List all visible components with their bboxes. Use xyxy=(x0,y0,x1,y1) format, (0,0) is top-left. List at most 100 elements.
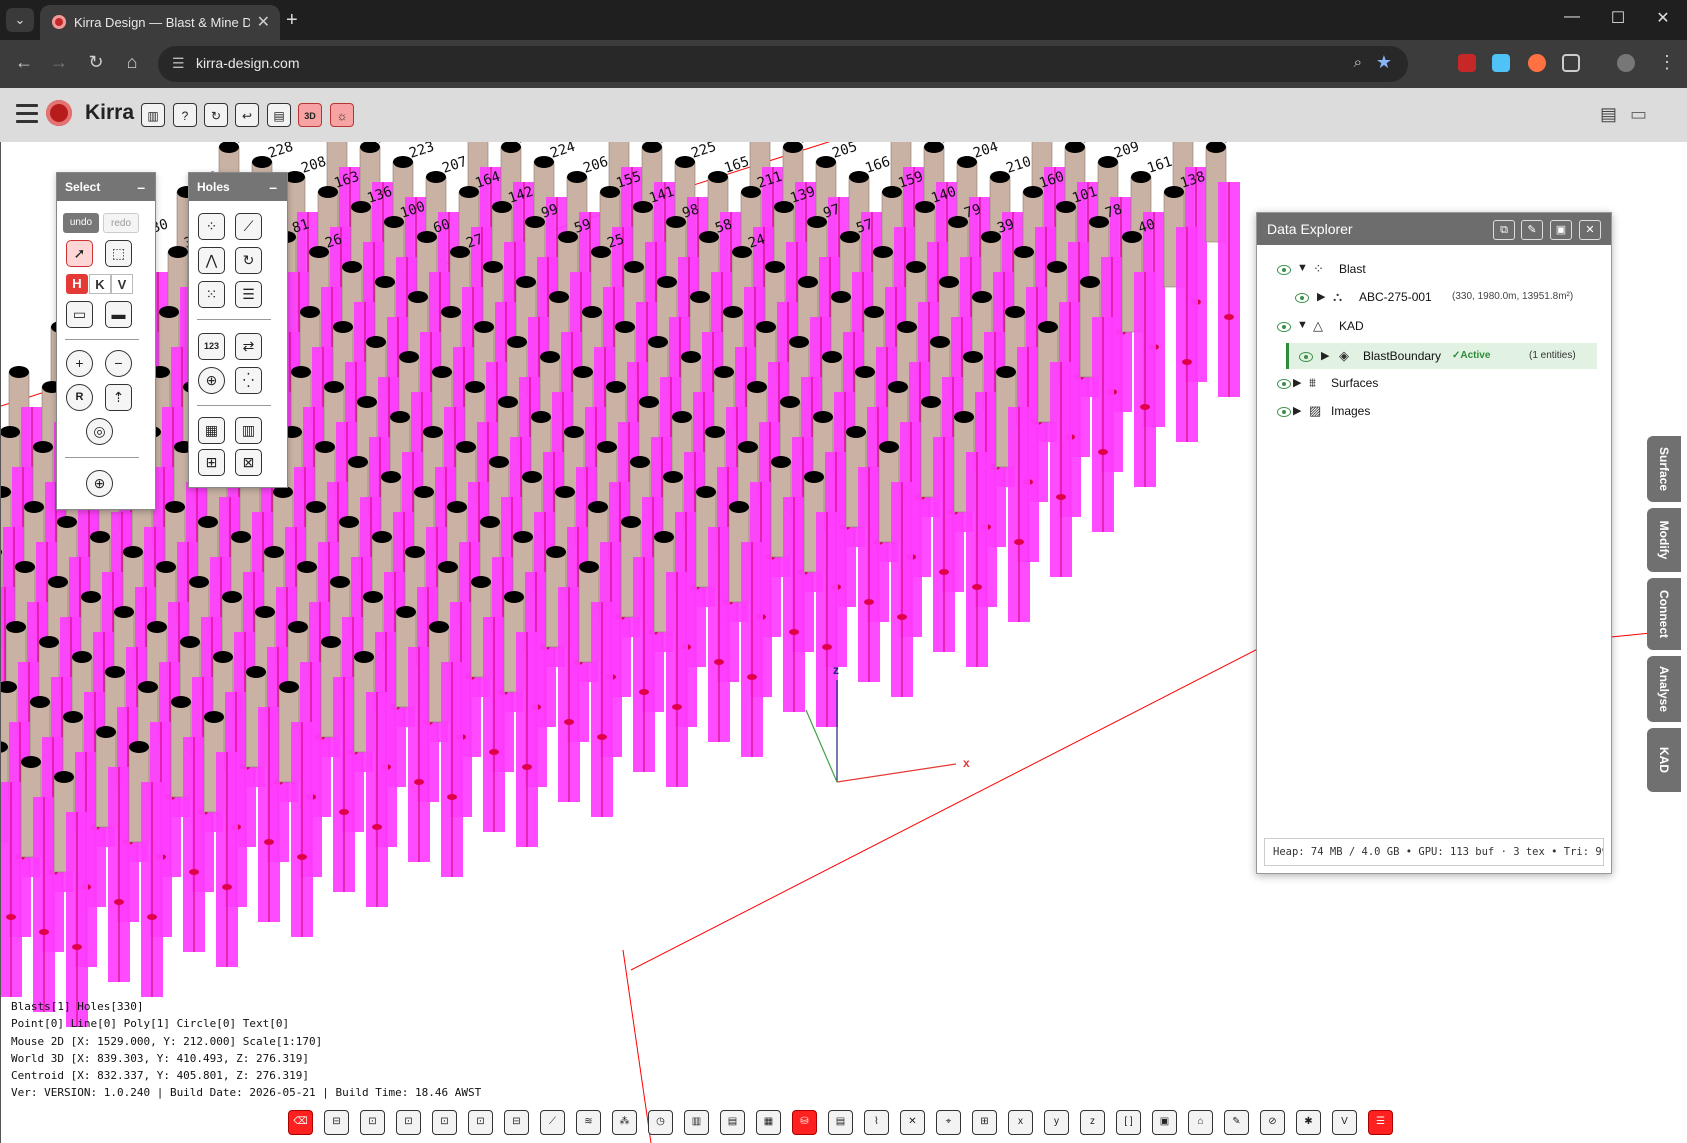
tool-icon[interactable]: ✎ xyxy=(1224,1110,1249,1135)
visibility-eye-icon[interactable] xyxy=(1277,379,1291,389)
coord-y-icon[interactable]: y xyxy=(1044,1110,1069,1135)
add-holes-line-icon[interactable]: ⟋ xyxy=(235,213,262,240)
tool-icon[interactable]: ⊡ xyxy=(432,1110,457,1135)
settings-list-icon[interactable]: ☰ xyxy=(1368,1110,1393,1135)
collapse-triangle-icon[interactable]: ▶ xyxy=(1293,376,1301,389)
tool-icon[interactable]: ⁂ xyxy=(612,1110,637,1135)
tab-kad[interactable]: KAD xyxy=(1647,728,1681,792)
asterisk-icon[interactable]: ✱ xyxy=(1296,1110,1321,1135)
list-pattern-icon[interactable]: ☰ xyxy=(235,281,262,308)
remove-icon[interactable]: − xyxy=(105,350,132,377)
visibility-eye-icon[interactable] xyxy=(1277,265,1291,275)
browser-tab[interactable]: Kirra Design — Blast & Mine De ✕ xyxy=(40,5,280,40)
expand-triangle-icon[interactable]: ▼ xyxy=(1297,319,1308,331)
tool-icon[interactable]: ▤ xyxy=(828,1110,853,1135)
select-panel-header[interactable]: Select – xyxy=(57,173,155,201)
tool-icon[interactable]: ✕ xyxy=(900,1110,925,1135)
visibility-eye-icon[interactable] xyxy=(1277,407,1291,417)
site-info-icon[interactable]: ☰ xyxy=(172,55,185,72)
scatter-points-icon[interactable]: ⁛ xyxy=(235,367,262,394)
list-view-icon[interactable]: ▤ xyxy=(1600,104,1617,125)
undo-button[interactable]: undo xyxy=(63,213,99,233)
tool-icon[interactable]: ≋ xyxy=(576,1110,601,1135)
tool-icon[interactable]: ◷ xyxy=(648,1110,673,1135)
target-icon[interactable]: ◎ xyxy=(86,418,113,445)
shield-v-icon[interactable]: V xyxy=(1332,1110,1357,1135)
add-icon[interactable]: + xyxy=(66,350,93,377)
expand-triangle-icon[interactable]: ▼ xyxy=(1297,262,1308,274)
tab-connect[interactable]: Connect xyxy=(1647,578,1681,650)
view-3d-toggle-icon[interactable]: 3D xyxy=(298,103,322,127)
delete-hole-icon[interactable]: ⌫ xyxy=(288,1110,313,1135)
tree-row-surfaces[interactable]: ▶ ⩩ Surfaces xyxy=(1257,372,1597,394)
tool-icon[interactable]: ▣ xyxy=(1152,1110,1177,1135)
select-lasso-icon[interactable]: ⬚ xyxy=(105,240,132,267)
zoom-icon[interactable]: ⌕ xyxy=(1354,54,1362,71)
collapse-triangle-icon[interactable]: ▶ xyxy=(1321,349,1329,362)
bracket-icon[interactable]: [ ] xyxy=(1116,1110,1141,1135)
extension-shield-icon[interactable] xyxy=(1458,54,1476,72)
mode-h-button[interactable]: H xyxy=(66,274,88,294)
maximize-icon[interactable]: ☐ xyxy=(1603,8,1633,28)
bookmark-star-icon[interactable]: ★ xyxy=(1376,52,1392,73)
tree-row-blast[interactable]: ▼ ⁘ Blast xyxy=(1257,258,1597,280)
tool-icon[interactable]: ⊡ xyxy=(468,1110,493,1135)
help-icon[interactable]: ? xyxy=(173,103,197,127)
collapse-triangle-icon[interactable]: ▶ xyxy=(1293,404,1301,417)
renumber-holes-icon[interactable]: 123 xyxy=(198,333,225,360)
elevate-icon[interactable]: ⇡ xyxy=(105,384,132,411)
tool-icon[interactable]: ⌇ xyxy=(864,1110,889,1135)
mode-v-button[interactable]: V xyxy=(111,274,133,294)
select-pointer-icon[interactable]: ➚ xyxy=(66,240,93,267)
tool-icon[interactable]: ⊡ xyxy=(360,1110,385,1135)
rotate-pattern-icon[interactable]: ↻ xyxy=(235,247,262,274)
tool-icon[interactable]: ▦ xyxy=(756,1110,781,1135)
reload-icon[interactable]: ↻ xyxy=(84,52,108,73)
tool-icon[interactable]: ▥ xyxy=(684,1110,709,1135)
tool-icon[interactable]: ⟋ xyxy=(540,1110,565,1135)
cylinder-icon[interactable]: ⛁ xyxy=(792,1110,817,1135)
tree-row-kad[interactable]: ▼ △ KAD xyxy=(1257,315,1597,337)
tree-row-images[interactable]: ▶ ▨ Images xyxy=(1257,400,1597,422)
new-tab-button[interactable]: + xyxy=(286,9,298,32)
visibility-eye-icon[interactable] xyxy=(1277,322,1291,332)
pin-icon[interactable]: ✎ xyxy=(1521,220,1543,240)
swap-icon[interactable]: ⇄ xyxy=(235,333,262,360)
close-tab-icon[interactable]: ✕ xyxy=(257,12,270,32)
column-edit-icon[interactable]: ▥ xyxy=(235,417,262,444)
hamburger-menu-icon[interactable] xyxy=(16,104,38,124)
undo-arrow-icon[interactable]: ↩ xyxy=(235,103,259,127)
holes-panel-header[interactable]: Holes – xyxy=(189,173,287,201)
grid-pattern-icon[interactable]: ⁙ xyxy=(198,281,225,308)
table-settings-icon[interactable]: ▦ xyxy=(198,417,225,444)
minimize-panel-icon[interactable]: – xyxy=(269,173,277,201)
extension-spark-icon[interactable] xyxy=(1528,54,1546,72)
tool-icon[interactable]: ⊞ xyxy=(972,1110,997,1135)
home-icon[interactable]: ⌂ xyxy=(120,52,144,73)
tab-analyse[interactable]: Analyse xyxy=(1647,656,1681,722)
globe-icon[interactable]: ⊕ xyxy=(86,470,113,497)
collapse-triangle-icon[interactable]: ▶ xyxy=(1317,290,1325,303)
frame-expand-icon[interactable]: ⊠ xyxy=(235,449,262,476)
tool-icon[interactable]: ⊘ xyxy=(1260,1110,1285,1135)
close-window-icon[interactable]: ✕ xyxy=(1648,8,1678,28)
tool-icon[interactable]: ⊡ xyxy=(396,1110,421,1135)
frame-select-icon[interactable]: ⊞ xyxy=(198,449,225,476)
tab-modify[interactable]: Modify xyxy=(1647,508,1681,572)
minimize-panel-icon[interactable]: – xyxy=(137,173,145,201)
extensions-puzzle-icon[interactable] xyxy=(1562,54,1580,72)
tool-icon[interactable]: ⊟ xyxy=(324,1110,349,1135)
visibility-eye-icon[interactable] xyxy=(1295,293,1309,303)
tool-icon[interactable]: ⌖ xyxy=(936,1110,961,1135)
data-explorer-header[interactable]: Data Explorer ⧉ ✎ ▣ ✕ xyxy=(1257,213,1611,245)
address-bar[interactable]: ☰ kirra-design.com ⌕ ★ xyxy=(158,46,1408,82)
profile-avatar[interactable] xyxy=(1617,54,1635,72)
add-holes-pattern-icon[interactable]: ⁘ xyxy=(198,213,225,240)
redo-button[interactable]: redo xyxy=(103,213,139,233)
visibility-eye-icon[interactable] xyxy=(1299,352,1313,362)
layout-icon[interactable]: ▤ xyxy=(267,103,291,127)
tool-icon[interactable]: ⌂ xyxy=(1188,1110,1213,1135)
minimize-icon[interactable]: — xyxy=(1557,8,1587,26)
extension-cloud-icon[interactable] xyxy=(1492,54,1510,72)
row-deselect-icon[interactable]: ▬ xyxy=(105,301,132,328)
